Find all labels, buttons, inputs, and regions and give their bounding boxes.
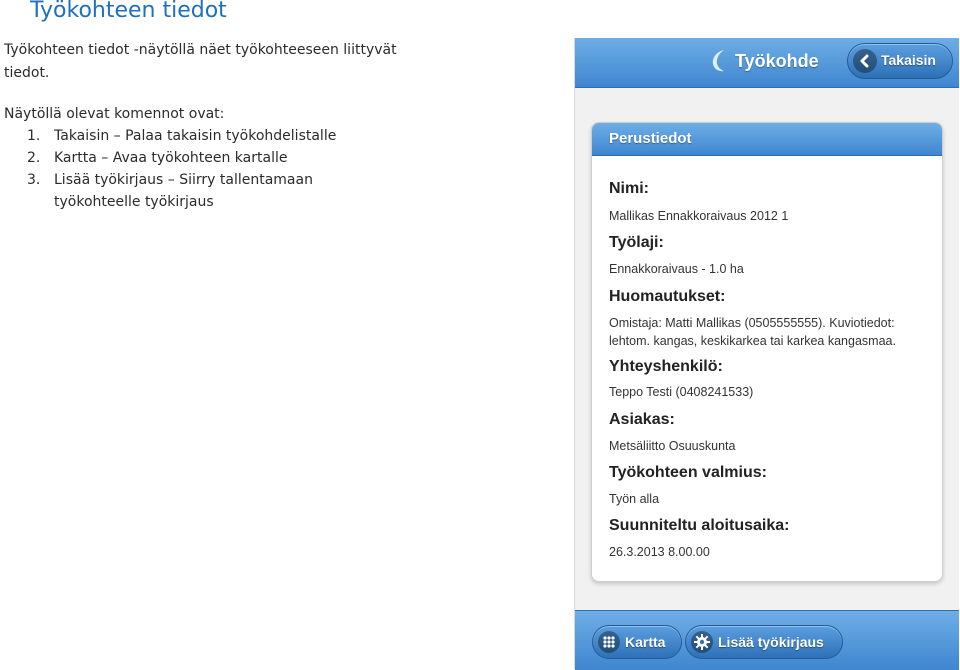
field-value-contact: Teppo Testi (0408241533) xyxy=(609,385,754,399)
add-log-button[interactable]: Lisää työkirjaus xyxy=(685,625,843,659)
app-screenshot: Työkohde Takaisin Perustiedot Nimi: Mall… xyxy=(574,38,959,670)
field-label-planned-start: Suunniteltu aloitusaika: xyxy=(609,517,790,534)
grid-icon xyxy=(598,631,620,653)
back-button[interactable]: Takaisin xyxy=(847,43,953,79)
list-item-number: 3. xyxy=(27,172,41,188)
document-title: Työkohteen tiedot xyxy=(30,0,227,23)
field-value-planned-start: 26.3.2013 8.00.00 xyxy=(609,545,710,559)
field-value-work-type: Ennakkoraivaus - 1.0 ha xyxy=(609,262,744,276)
card-title: Perustiedot xyxy=(609,130,692,147)
field-label-readiness: Työkohteen valmius: xyxy=(609,464,767,481)
chevron-left-icon xyxy=(853,49,877,73)
add-log-button-label: Lisää työkirjaus xyxy=(718,634,824,650)
field-value-notes: Omistaja: Matti Mallikas (0505555555). K… xyxy=(609,316,896,348)
list-item-text: Lisää työkirjaus – Siirry tallentamaan t… xyxy=(54,172,313,210)
field-label-name: Nimi: xyxy=(609,180,649,197)
commands-heading: Näytöllä olevat komennot ovat: xyxy=(4,106,225,122)
field-value-readiness: Työn alla xyxy=(609,492,660,506)
map-button[interactable]: Kartta xyxy=(592,625,682,659)
list-item: 1. Takaisin – Palaa takaisin työkohdelist… xyxy=(0,125,400,147)
list-item-text: Kartta – Avaa työkohteen kartalle xyxy=(54,150,288,166)
app-title: Työkohde xyxy=(735,51,819,71)
back-button-label: Takaisin xyxy=(881,52,936,68)
list-item: 3. Lisää työkirjaus – Siirry tallentamaan… xyxy=(0,169,400,213)
app-logo-icon xyxy=(712,50,724,72)
basic-info-card: Perustiedot Nimi: Mallikas Ennakkoraivau… xyxy=(591,122,943,582)
list-item: 2. Kartta – Avaa työkohteen kartalle xyxy=(0,147,400,169)
field-label-notes: Huomautukset: xyxy=(609,288,726,305)
card-header: Perustiedot xyxy=(592,123,942,156)
list-item-number: 2. xyxy=(27,150,41,166)
field-label-work-type: Työlaji: xyxy=(609,234,664,251)
field-value-customer: Metsäliitto Osuuskunta xyxy=(609,439,736,453)
map-button-label: Kartta xyxy=(625,634,666,650)
gear-icon xyxy=(691,631,713,653)
app-header: Työkohde Takaisin xyxy=(575,38,959,88)
field-label-customer: Asiakas: xyxy=(609,411,675,428)
field-value-name: Mallikas Ennakkoraivaus 2012 1 xyxy=(609,209,789,223)
field-label-contact: Yhteyshenkilö: xyxy=(609,358,723,375)
list-item-number: 1. xyxy=(27,128,41,144)
commands-list: 1. Takaisin – Palaa takaisin työkohdelist… xyxy=(0,125,400,213)
document-intro: Työkohteen tiedot -näytöllä näet työkoht… xyxy=(4,42,397,81)
app-footer: Kartta Lisää työkirjaus xyxy=(575,610,959,670)
list-item-text: Takaisin – Palaa takaisin työkohdelistal… xyxy=(54,128,337,144)
